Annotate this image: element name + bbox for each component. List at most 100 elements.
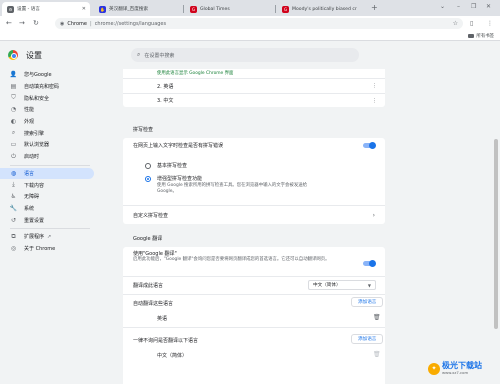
delete-icon[interactable]: 🗑	[373, 351, 381, 358]
delete-icon[interactable]: 🗑	[373, 314, 381, 321]
all-bookmarks-label: 所有书签	[476, 34, 494, 39]
spellcheck-toggle-row[interactable]: 在网页上输入文字时检查是否有拼写错误	[123, 138, 385, 152]
back-icon[interactable]: ←	[6, 19, 12, 27]
tab-search-icon[interactable]: ⌄	[440, 3, 445, 10]
more-actions-icon[interactable]: ⋮	[372, 83, 377, 89]
sidebar-item-autofill[interactable]: ▤ 自动填充和密码	[0, 81, 120, 93]
sidebar-item-about-chrome[interactable]: ◎ 关于 Chrome	[0, 243, 120, 255]
all-bookmarks-button[interactable]: 所有书签	[468, 33, 494, 39]
sidebar-divider	[10, 227, 90, 229]
auto-translate-add-button[interactable]: 添加语言	[351, 297, 384, 307]
sidebar-item-search-engine[interactable]: ⌕ 搜索引擎	[0, 127, 120, 139]
speedometer-icon: ◔	[10, 106, 17, 114]
settings-header: 设置 ⌕ 在设置中搜索	[0, 41, 500, 69]
tab-global-times[interactable]: G Global Times	[185, 2, 273, 16]
sidebar-item-performance[interactable]: ◔ 性能	[0, 104, 120, 116]
settings-search-input[interactable]: ⌕ 在设置中搜索	[131, 48, 359, 62]
sidebar-item-on-startup[interactable]: ⏻ 启动时	[0, 151, 120, 163]
tab-settings-languages[interactable]: ⚙ 设置 - 语言 ✕	[2, 2, 90, 16]
new-tab-button[interactable]: +	[371, 3, 378, 12]
sidebar-item-label: 外观	[24, 119, 35, 126]
tab-moodys[interactable]: G Moody's politically biased cr	[277, 2, 367, 16]
never-translate-label: 一律不询问是否翻译以下语言	[133, 337, 199, 344]
sidebar-item-downloads[interactable]: ⤓ 下载内容	[0, 179, 120, 191]
chevron-down-icon: ▼	[367, 282, 371, 288]
translate-target-select[interactable]: 中文（简体） ▼	[308, 280, 376, 290]
basic-spellcheck-label: 基本拼写检查	[157, 162, 188, 169]
bookmark-star-icon[interactable]: ☆	[453, 20, 458, 27]
external-link-icon: ↗	[47, 233, 52, 240]
global-times-icon: G	[190, 5, 197, 13]
translate-section-title: Google 翻译	[133, 236, 163, 242]
languages-card: 使用此语言显示 Google Chrome 界面 2. 英语 ⋮ 3. 中文 ⋮	[123, 69, 385, 107]
puzzle-icon: ⧉	[11, 232, 16, 240]
language-row-english: 2. 英语 ⋮	[123, 79, 385, 93]
forward-icon[interactable]: →	[19, 19, 25, 27]
sidebar-item-label: 重置设置	[24, 217, 45, 224]
sidebar-item-default-browser[interactable]: ▭ 默认浏览器	[0, 139, 120, 151]
power-icon: ⏻	[11, 152, 16, 160]
sidebar-item-privacy[interactable]: ⛉ 隐私和安全	[0, 92, 120, 104]
basic-spellcheck-row[interactable]: 基本拼写检查	[123, 160, 323, 170]
sidebar-item-reset[interactable]: ↺ 重置设置	[0, 214, 120, 226]
tab-strip: ⚙ 设置 - 语言 ✕ ✋ 英汉翻译_百度搜索 G Global Times G…	[0, 0, 500, 16]
scrollbar-thumb[interactable]	[494, 139, 498, 329]
never-translate-language: 中文（简体）	[157, 352, 188, 359]
address-url: chrome://settings/languages	[94, 20, 167, 27]
download-icon: ⤓	[12, 181, 15, 189]
sidebar-item-appearance[interactable]: ◐ 外观	[0, 116, 120, 128]
never-translate-row: 一律不询问是否翻译以下语言	[123, 334, 385, 346]
page-scrollbar[interactable]	[492, 69, 500, 384]
add-language-label: 添加语言	[358, 337, 377, 342]
sidebar-item-label: 下载内容	[24, 182, 45, 189]
more-actions-icon[interactable]: ⋮	[372, 98, 377, 104]
reset-icon: ↺	[10, 216, 17, 224]
use-translate-toggle[interactable]	[363, 260, 376, 267]
never-translate-language-row: 中文（简体）	[123, 348, 385, 362]
close-window-icon[interactable]: ✕	[486, 3, 491, 10]
auto-translate-language: 英语	[157, 315, 168, 322]
enhanced-spellcheck-label: 增强型拼写检查功能	[157, 175, 203, 182]
sidebar-item-label: 无障碍	[24, 194, 40, 201]
sidebar-item-accessibility[interactable]: ♿ 无障碍	[0, 191, 120, 203]
tab-baidu[interactable]: ✋ 英汉翻译_百度搜索	[94, 2, 182, 16]
chevron-right-icon: ›	[372, 211, 375, 219]
never-translate-add-button[interactable]: 添加语言	[351, 334, 384, 344]
sidebar-panel-icon[interactable]: ▯	[470, 20, 473, 27]
use-translate-label: 使用"Google 翻译"	[133, 250, 177, 257]
spellcheck-toggle[interactable]	[363, 142, 376, 149]
enhanced-spellcheck-row[interactable]: 增强型拼写检查功能	[123, 173, 323, 183]
palette-icon: ◐	[10, 118, 17, 126]
language-row-label: 3. 中文	[157, 98, 174, 104]
sidebar-item-extensions[interactable]: ⧉ 扩展程序 ↗	[0, 231, 120, 243]
globe-icon: ◍	[10, 169, 17, 177]
accessibility-icon: ♿	[10, 193, 17, 201]
sidebar-item-label: 关于 Chrome	[24, 245, 56, 252]
sidebar-item-languages[interactable]: ◍ 语言	[0, 167, 94, 180]
menu-icon[interactable]: ⋮	[487, 20, 493, 27]
sidebar-item-label: 启动时	[24, 154, 40, 161]
address-bar[interactable]: ◉ Chrome | chrome://settings/languages ☆	[55, 18, 463, 29]
reload-icon[interactable]: ↻	[33, 19, 39, 27]
use-translate-row[interactable]: 使用"Google 翻译"	[123, 249, 385, 257]
language-row-chinese: 3. 中文 ⋮	[123, 94, 385, 107]
maximize-icon[interactable]: ❐	[471, 3, 476, 10]
sidebar-item-label: 自动填充和密码	[24, 84, 60, 91]
watermark: ✦ 极光下载站 www.xz7.com	[428, 362, 482, 375]
minimize-icon[interactable]: –	[457, 3, 460, 10]
language-note-row: 使用此语言显示 Google Chrome 界面	[123, 69, 385, 77]
bookmarks-bar: 所有书签	[0, 31, 500, 41]
custom-spellcheck-row[interactable]: 自定义拼写检查 ›	[123, 206, 385, 224]
sidebar-item-you-and-google[interactable]: 👤 您与Google	[0, 69, 120, 81]
page-title: 设置	[26, 51, 42, 60]
settings-sidebar: 👤 您与Google ▤ 自动填充和密码 ⛉ 隐私和安全 ◔ 性能 ◐ 外观 ⌕…	[0, 69, 120, 254]
sidebar-divider	[10, 164, 90, 166]
sidebar-item-system[interactable]: 🔧 系统	[0, 203, 120, 215]
close-tab-icon[interactable]: ✕	[82, 6, 86, 12]
sidebar-item-label: 语言	[24, 170, 35, 177]
folder-icon	[468, 34, 475, 38]
search-icon: ⌕	[137, 51, 141, 58]
search-placeholder: 在设置中搜索	[144, 52, 175, 59]
chrome-site-icon: ◉	[60, 20, 65, 27]
tab-separator	[275, 5, 276, 13]
